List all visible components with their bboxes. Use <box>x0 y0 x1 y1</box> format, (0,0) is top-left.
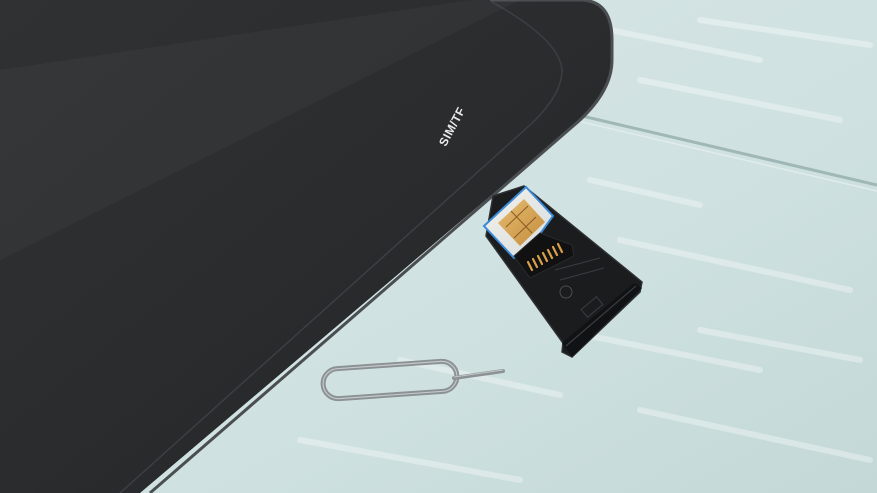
product-photo: SIM/TF <box>0 0 877 493</box>
photo-canvas <box>0 0 877 493</box>
